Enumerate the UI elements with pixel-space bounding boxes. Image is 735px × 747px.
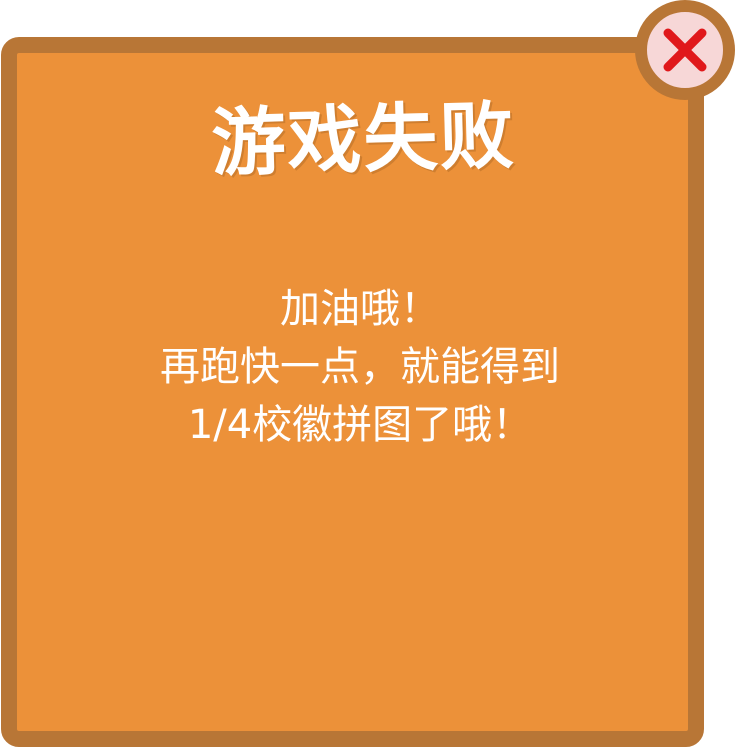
game-over-screen: 游戏失败 加油哦！ 再跑快一点，就能得到 1/4校徽拼图了哦！ xyxy=(0,0,735,747)
message-line: 1/4校徽拼图了哦！ xyxy=(187,402,533,448)
close-icon xyxy=(663,28,707,72)
close-button[interactable] xyxy=(635,0,735,100)
dialog-title: 游戏失败 xyxy=(210,93,517,187)
dialog-message: 加油哦！ 再跑快一点，就能得到 1/4校徽拼图了哦！ xyxy=(60,280,660,454)
message-line: 加油哦！ xyxy=(280,286,440,332)
message-line: 再跑快一点，就能得到 xyxy=(160,344,560,390)
